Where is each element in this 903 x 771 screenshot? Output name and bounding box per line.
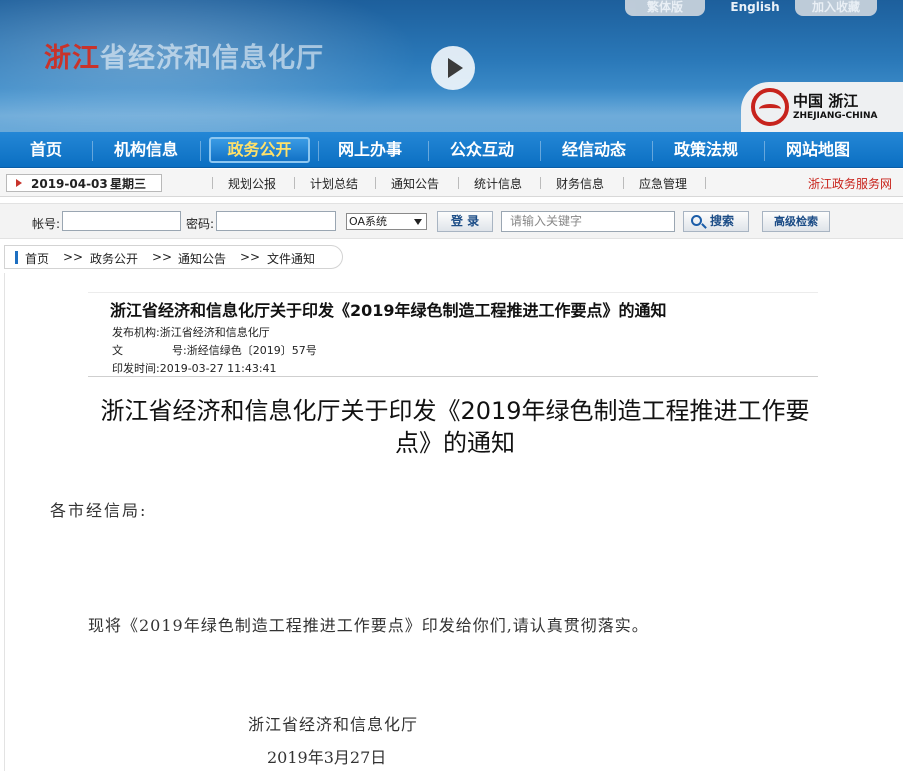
doc-number-label-2: 号: (172, 344, 187, 357)
chevron-down-icon (414, 219, 422, 225)
nav-divider (428, 141, 429, 161)
password-label: 密码: (186, 217, 215, 231)
play-icon[interactable] (431, 46, 475, 90)
publisher-value: 浙江省经济和信息化厅 (159, 326, 270, 339)
search-button-label: 搜索 (710, 214, 735, 228)
publisher-label: 发布机构: (112, 326, 160, 339)
sub-nav-finance[interactable]: 财务信息 (556, 175, 604, 192)
search-button[interactable]: 搜索 (683, 211, 749, 232)
breadcrumb-government-affairs[interactable]: 政务公开 (90, 250, 138, 267)
nav-news[interactable]: 经信动态 (550, 137, 638, 163)
nav-divider (92, 141, 93, 161)
arrow-right-icon (16, 179, 22, 187)
nav-organization[interactable]: 机构信息 (104, 137, 188, 163)
sub-nav-divider (540, 177, 541, 189)
doc-number-value: 浙经信绿色〔2019〕57号 (186, 344, 317, 357)
signature-date: 2019年3月27日 (267, 748, 387, 767)
site-title-rest: 省经济和信息化厅 (100, 43, 324, 74)
breadcrumb-notices[interactable]: 通知公告 (178, 250, 226, 267)
salutation: 各市经信局: (50, 501, 148, 520)
logo-cn-text: 中国 浙江 (793, 92, 859, 110)
traditional-chinese-link[interactable]: 繁体版 (625, 0, 705, 16)
nav-government-affairs[interactable]: 政务公开 (209, 137, 310, 163)
sub-nav-emergency[interactable]: 应急管理 (639, 175, 687, 192)
sub-nav-divider (705, 177, 706, 189)
breadcrumb-file-notices[interactable]: 文件通知 (267, 250, 315, 267)
site-title[interactable]: 浙江省经济和信息化厅 (44, 36, 324, 75)
nav-sitemap[interactable]: 网站地图 (774, 137, 862, 163)
logo-en-text: ZHEJIANG-CHINA (793, 111, 878, 121)
breadcrumb-home[interactable]: 首页 (25, 250, 49, 267)
advanced-search-button[interactable]: 高级检索 (762, 211, 830, 232)
date-display: 2019-04-03 星期三 (6, 174, 162, 192)
nav-divider (200, 141, 201, 161)
current-weekday: 星期三 (110, 177, 147, 191)
current-date: 2019-04-03 (31, 177, 108, 191)
nav-divider (318, 141, 319, 161)
article-meta-title: 浙江省经济和信息化厅关于印发《2019年绿色制造工程推进工作要点》的通知 (110, 301, 667, 320)
search-icon (691, 215, 702, 226)
print-time-row: 印发时间:2019-03-27 11:43:41 (112, 360, 277, 376)
system-select[interactable]: OA系统 (346, 213, 427, 230)
document-title: 浙江省经济和信息化厅关于印发《2019年绿色制造工程推进工作要 点》的通知 (40, 395, 870, 459)
breadcrumb: 首页 >> 政务公开 >> 通知公告 >> 文件通知 (4, 245, 343, 269)
site-title-red: 浙江 (44, 43, 100, 74)
login-bar: 帐号: 密码: OA系统 登 录 请输入关键字 搜索 高级检索 (0, 203, 903, 239)
sub-nav-notices[interactable]: 通知公告 (391, 175, 439, 192)
sub-nav-summary[interactable]: 计划总结 (310, 175, 358, 192)
header-banner: 浙江省经济和信息化厅 繁体版 English 加入收藏 中国 浙江 ZHEJIA… (0, 0, 903, 132)
main-nav: 首页 机构信息 政务公开 网上办事 公众互动 经信动态 政策法规 网站地图 (0, 132, 903, 168)
sub-nav-divider (623, 177, 624, 189)
password-input[interactable] (216, 211, 336, 231)
publisher-row: 发布机构:浙江省经济和信息化厅 (112, 324, 270, 340)
nav-home[interactable]: 首页 (14, 137, 78, 163)
zhejiang-gov-service-link[interactable]: 浙江政务服务网 (808, 175, 892, 192)
sub-nav-divider (212, 177, 213, 189)
sub-nav-divider (375, 177, 376, 189)
breadcrumb-separator: >> (63, 250, 84, 264)
document-title-line: 浙江省经济和信息化厅关于印发《2019年绿色制造工程推进工作要 (100, 397, 810, 425)
sub-nav-divider (294, 177, 295, 189)
document-title-line: 点》的通知 (395, 429, 515, 457)
nav-divider (764, 141, 765, 161)
doc-number-row: 文 号:浙经信绿色〔2019〕57号 (112, 342, 317, 358)
china-zhejiang-logo[interactable]: 中国 浙江 ZHEJIANG-CHINA (741, 82, 903, 132)
doc-number-label-1: 文 (112, 344, 123, 357)
sub-nav-divider (458, 177, 459, 189)
search-input[interactable]: 请输入关键字 (501, 211, 675, 232)
print-time-label: 印发时间: (112, 362, 160, 375)
nav-public-interaction[interactable]: 公众互动 (438, 137, 526, 163)
login-button[interactable]: 登 录 (437, 211, 493, 232)
add-favorite-link[interactable]: 加入收藏 (795, 0, 877, 16)
account-label: 帐号: (32, 217, 61, 231)
account-input[interactable] (62, 211, 181, 231)
nav-policies[interactable]: 政策法规 (662, 137, 750, 163)
print-time-value: 2019-03-27 11:43:41 (159, 362, 277, 375)
breadcrumb-marker (15, 251, 18, 264)
nav-divider (540, 141, 541, 161)
signature-org: 浙江省经济和信息化厅 (248, 715, 419, 734)
zhejiang-logo-icon (751, 88, 789, 126)
breadcrumb-separator: >> (240, 250, 261, 264)
sub-nav-planning[interactable]: 规划公报 (228, 175, 276, 192)
breadcrumb-separator: >> (152, 250, 173, 264)
sub-nav-statistics[interactable]: 统计信息 (474, 175, 522, 192)
body-paragraph: 现将《2019年绿色制造工程推进工作要点》印发给你们,请认真贯彻落实。 (88, 616, 649, 635)
nav-divider (652, 141, 653, 161)
english-link[interactable]: English (720, 0, 790, 16)
nav-online-services[interactable]: 网上办事 (326, 137, 414, 163)
system-select-value: OA系统 (349, 215, 387, 228)
sub-nav: 2019-04-03 星期三 规划公报 计划总结 通知公告 统计信息 财务信息 … (0, 169, 903, 197)
